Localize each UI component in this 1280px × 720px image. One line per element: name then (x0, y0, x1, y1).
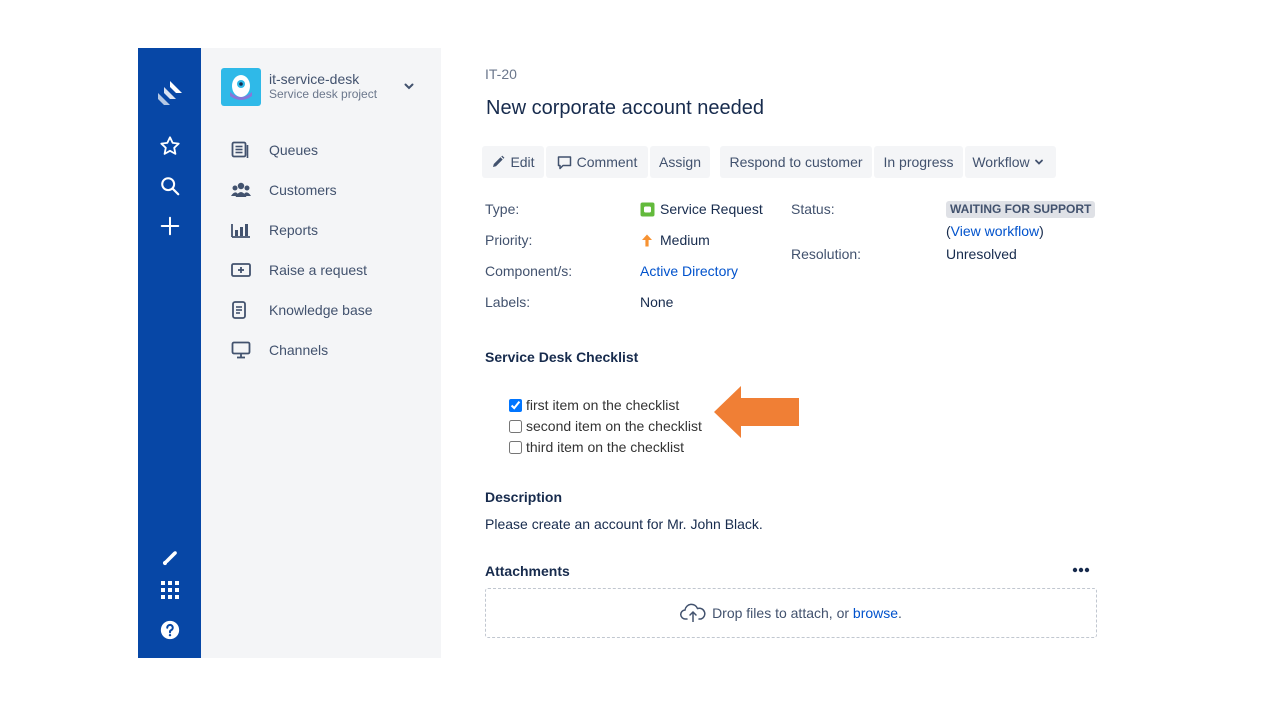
resolution-label: Resolution: (791, 246, 862, 262)
sidebar-item-knowledge-base[interactable]: Knowledge base (221, 294, 431, 326)
app-switcher-icon[interactable] (138, 576, 201, 604)
issue-title: New corporate account needed (486, 97, 764, 119)
type-value: Service Request (640, 201, 763, 217)
sidebar-item-label: Customers (269, 182, 337, 198)
project-name[interactable]: it-service-desk (269, 71, 359, 87)
checklist-checkbox[interactable] (509, 419, 522, 433)
checklist-heading: Service Desk Checklist (485, 349, 639, 365)
priority-label: Priority: (485, 232, 533, 248)
sidebar-item-label: Channels (269, 342, 329, 358)
labels-label: Labels: (485, 294, 531, 310)
description-text: Please create an account for Mr. John Bl… (485, 516, 763, 532)
component-label: Component/s: (485, 263, 573, 279)
sidebar-item-label: Reports (269, 222, 319, 238)
in-progress-button[interactable]: In progress (874, 146, 963, 178)
sidebar-item-label: Knowledge base (269, 302, 373, 318)
more-options-icon[interactable] (1069, 562, 1093, 578)
sidebar-item-reports[interactable]: Reports (221, 214, 431, 246)
priority-value: Medium (640, 232, 710, 248)
checklist-checkbox[interactable] (509, 440, 522, 454)
priority-value-text: Medium (660, 232, 710, 248)
jira-logo-icon[interactable] (138, 78, 201, 108)
checklist-item-label: first item on the checklist (526, 397, 680, 413)
component-value: Active Directory (640, 263, 738, 279)
global-navigation (138, 48, 201, 658)
sidebar-item-raise-a-request[interactable]: Raise a request (221, 254, 431, 286)
plus-icon[interactable] (138, 212, 201, 240)
workflow-label: Workflow (972, 154, 1030, 170)
dropzone-text: Drop files to attach, or (712, 605, 853, 621)
dropzone-period: . (898, 605, 902, 621)
attachments-heading: Attachments (485, 563, 570, 579)
respond-label: Respond to customer (729, 154, 863, 170)
sidebar-item-queues[interactable]: Queues (221, 134, 431, 166)
sidebar-item-channels[interactable]: Channels (221, 334, 431, 366)
labels-value: None (640, 294, 674, 310)
reports-icon (221, 220, 261, 240)
search-icon[interactable] (138, 172, 201, 200)
checklist-checkbox[interactable] (509, 398, 522, 412)
assign-button[interactable]: Assign (650, 146, 710, 178)
star-icon[interactable] (138, 132, 201, 160)
checklist-item[interactable]: first item on the checklist (509, 395, 679, 415)
edit-button[interactable]: Edit (482, 146, 544, 178)
comment-button[interactable]: Comment (546, 146, 648, 178)
chevron-down-icon[interactable] (401, 78, 417, 94)
project-subtitle: Service desk project (269, 87, 378, 101)
type-label: Type: (485, 201, 520, 217)
comment-icon (557, 155, 571, 169)
knowledge-base-icon (221, 300, 261, 320)
sidebar-item-customers[interactable]: Customers (221, 174, 431, 206)
type-value-text: Service Request (660, 201, 763, 217)
raise-request-icon (221, 260, 261, 280)
workflow-dropdown[interactable]: Workflow (965, 146, 1056, 178)
assign-label: Assign (658, 154, 702, 170)
cloud-upload-icon (680, 603, 706, 622)
pencil-icon (493, 155, 505, 167)
respond-to-customer-button[interactable]: Respond to customer (720, 146, 872, 178)
notifications-icon[interactable] (138, 544, 201, 572)
channels-icon (221, 340, 261, 360)
service-request-icon (640, 202, 655, 216)
paren-close: ) (1039, 223, 1044, 239)
component-link[interactable]: Active Directory (640, 263, 738, 279)
view-workflow: (View workflow) (946, 223, 1044, 239)
queues-icon (221, 140, 261, 160)
sidebar-item-label: Queues (269, 142, 319, 158)
sidebar-item-label: Raise a request (269, 262, 368, 278)
in-progress-label: In progress (883, 154, 954, 170)
status-badge: WAITING FOR SUPPORT (946, 201, 1096, 218)
priority-medium-icon (642, 234, 652, 246)
project-avatar[interactable] (221, 68, 261, 106)
checklist-item[interactable]: third item on the checklist (509, 437, 684, 457)
annotation-arrow-icon (714, 386, 799, 438)
issue-key[interactable]: IT-20 (485, 66, 517, 82)
browse-link[interactable]: browse (853, 605, 898, 621)
status-label: Status: (791, 201, 835, 217)
help-icon[interactable] (138, 616, 201, 644)
description-heading: Description (485, 489, 563, 505)
checklist-item-label: second item on the checklist (526, 418, 702, 434)
attachment-dropzone[interactable]: Drop files to attach, or browse. (485, 588, 1097, 638)
view-workflow-link[interactable]: View workflow (951, 223, 1039, 239)
checklist-item-label: third item on the checklist (526, 439, 684, 455)
customers-icon (221, 180, 261, 200)
project-sidebar: it-service-desk Service desk project Que… (201, 48, 441, 658)
edit-label: Edit (510, 154, 535, 170)
chevron-down-icon (1034, 159, 1043, 165)
resolution-value: Unresolved (946, 246, 1017, 262)
checklist-item[interactable]: second item on the checklist (509, 416, 702, 436)
comment-label: Comment (576, 154, 638, 170)
